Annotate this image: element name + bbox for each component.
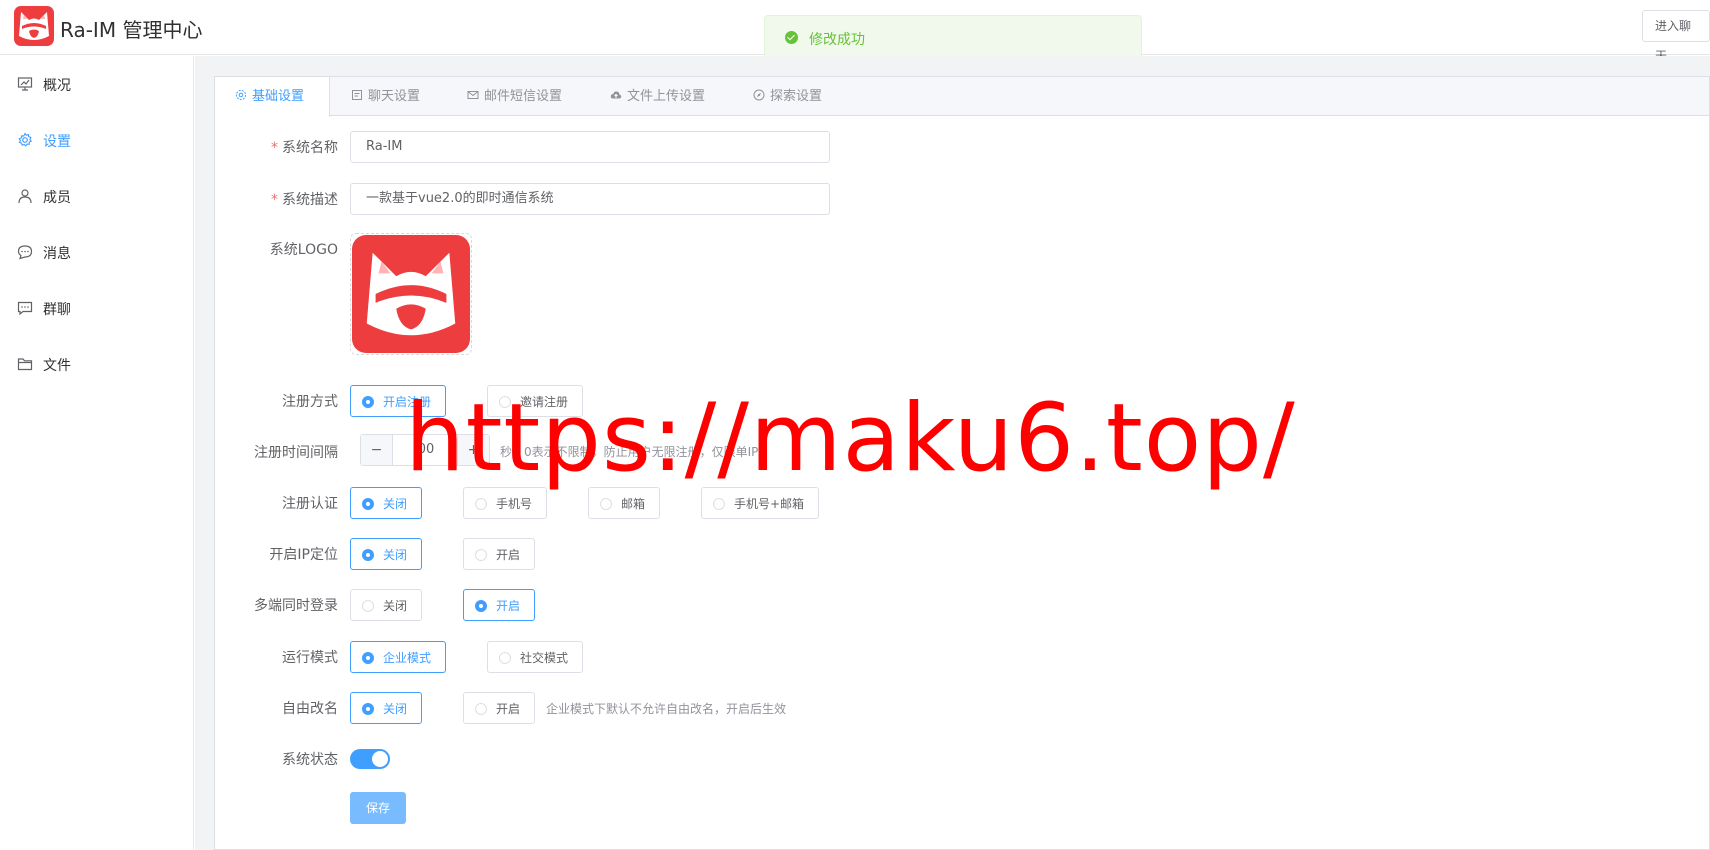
- toast-message: 修改成功: [809, 32, 865, 48]
- system-logo-image: [352, 235, 470, 353]
- mail-icon: [467, 91, 479, 99]
- multi-login-on-radio[interactable]: 开启: [463, 589, 535, 621]
- tab-label: 邮件短信设置: [484, 89, 563, 104]
- group-chat-icon: [17, 301, 33, 316]
- tab-label: 聊天设置: [368, 89, 421, 104]
- sidebar-item-label: 消息: [43, 246, 71, 262]
- ip-location-on-radio[interactable]: 开启: [463, 538, 535, 570]
- tab-basic-settings[interactable]: 基础设置: [215, 77, 330, 117]
- system-name-input[interactable]: Ra-IM: [350, 131, 830, 163]
- system-desc-input[interactable]: 一款基于vue2.0的即时通信系统: [350, 183, 830, 215]
- sidebar-item-label: 设置: [43, 134, 71, 150]
- tab-label: 文件上传设置: [627, 89, 706, 104]
- tab-chat-settings[interactable]: 聊天设置: [351, 77, 420, 116]
- register-interval-label: 注册时间间隔: [254, 445, 338, 461]
- sidebar-item-overview[interactable]: 概况: [0, 56, 193, 112]
- ip-location-off-radio[interactable]: 关闭: [350, 538, 422, 570]
- gear-icon: [18, 132, 33, 147]
- tab-label: 探索设置: [770, 89, 823, 104]
- ip-location-label: 开启IP定位: [269, 547, 338, 563]
- document-icon: [352, 90, 362, 100]
- check-circle-icon: [785, 31, 798, 44]
- system-status-label: 系统状态: [282, 752, 338, 768]
- sidebar-item-label: 文件: [43, 358, 71, 374]
- system-name-label: * 系统名称: [271, 140, 338, 156]
- app-logo: [14, 6, 54, 46]
- settings-tabs: 基础设置 聊天设置 邮件短信设置 文件上传设置 探索设置: [214, 76, 1710, 117]
- tab-mail-sms-settings[interactable]: 邮件短信设置: [467, 77, 562, 116]
- compass-icon: [753, 89, 765, 101]
- free-rename-hint: 企业模式下默认不允许自由改名，开启后生效: [546, 702, 787, 716]
- tab-label: 基础设置: [252, 89, 305, 104]
- sidebar-item-group-chat[interactable]: 群聊: [0, 280, 193, 336]
- system-status-switch[interactable]: [350, 749, 390, 769]
- sidebar-item-label: 成员: [43, 190, 71, 206]
- success-toast: 修改成功: [764, 15, 1142, 60]
- sidebar-item-files[interactable]: 文件: [0, 336, 193, 392]
- decrement-button[interactable]: −: [361, 435, 393, 465]
- cloud-upload-icon: [610, 91, 622, 99]
- folder-icon: [17, 358, 33, 371]
- system-logo-label: 系统LOGO: [269, 242, 338, 258]
- multi-login-off-radio[interactable]: 关闭: [350, 589, 422, 621]
- gear-icon: [235, 89, 247, 101]
- logo-uploader[interactable]: [350, 233, 472, 355]
- free-rename-on-radio[interactable]: 开启: [463, 692, 535, 724]
- system-desc-label: * 系统描述: [271, 192, 338, 208]
- tab-explore-settings[interactable]: 探索设置: [753, 77, 822, 116]
- multi-login-label: 多端同时登录: [254, 598, 338, 614]
- enter-chat-button[interactable]: 进入聊天: [1642, 10, 1710, 63]
- user-icon: [18, 189, 32, 204]
- run-mode-label: 运行模式: [282, 650, 338, 666]
- free-rename-off-radio[interactable]: 关闭: [350, 692, 422, 724]
- save-button[interactable]: 保存: [350, 792, 406, 824]
- sidebar-item-label: 概况: [43, 78, 71, 94]
- free-rename-label: 自由改名: [282, 701, 338, 717]
- register-mode-label: 注册方式: [282, 394, 338, 410]
- run-mode-social-radio[interactable]: 社交模式: [487, 641, 583, 673]
- run-mode-enterprise-radio[interactable]: 企业模式: [350, 641, 446, 673]
- chat-bubble-icon: [17, 245, 33, 260]
- chart-board-icon: [17, 77, 33, 91]
- sidebar-item-label: 群聊: [43, 302, 71, 318]
- app-title: Ra-IM 管理中心: [60, 18, 203, 42]
- tab-file-upload-settings[interactable]: 文件上传设置: [610, 77, 705, 116]
- register-auth-label: 注册认证: [282, 496, 338, 512]
- url-watermark: https://maku6.top/: [405, 384, 1296, 493]
- switch-knob: [372, 751, 388, 767]
